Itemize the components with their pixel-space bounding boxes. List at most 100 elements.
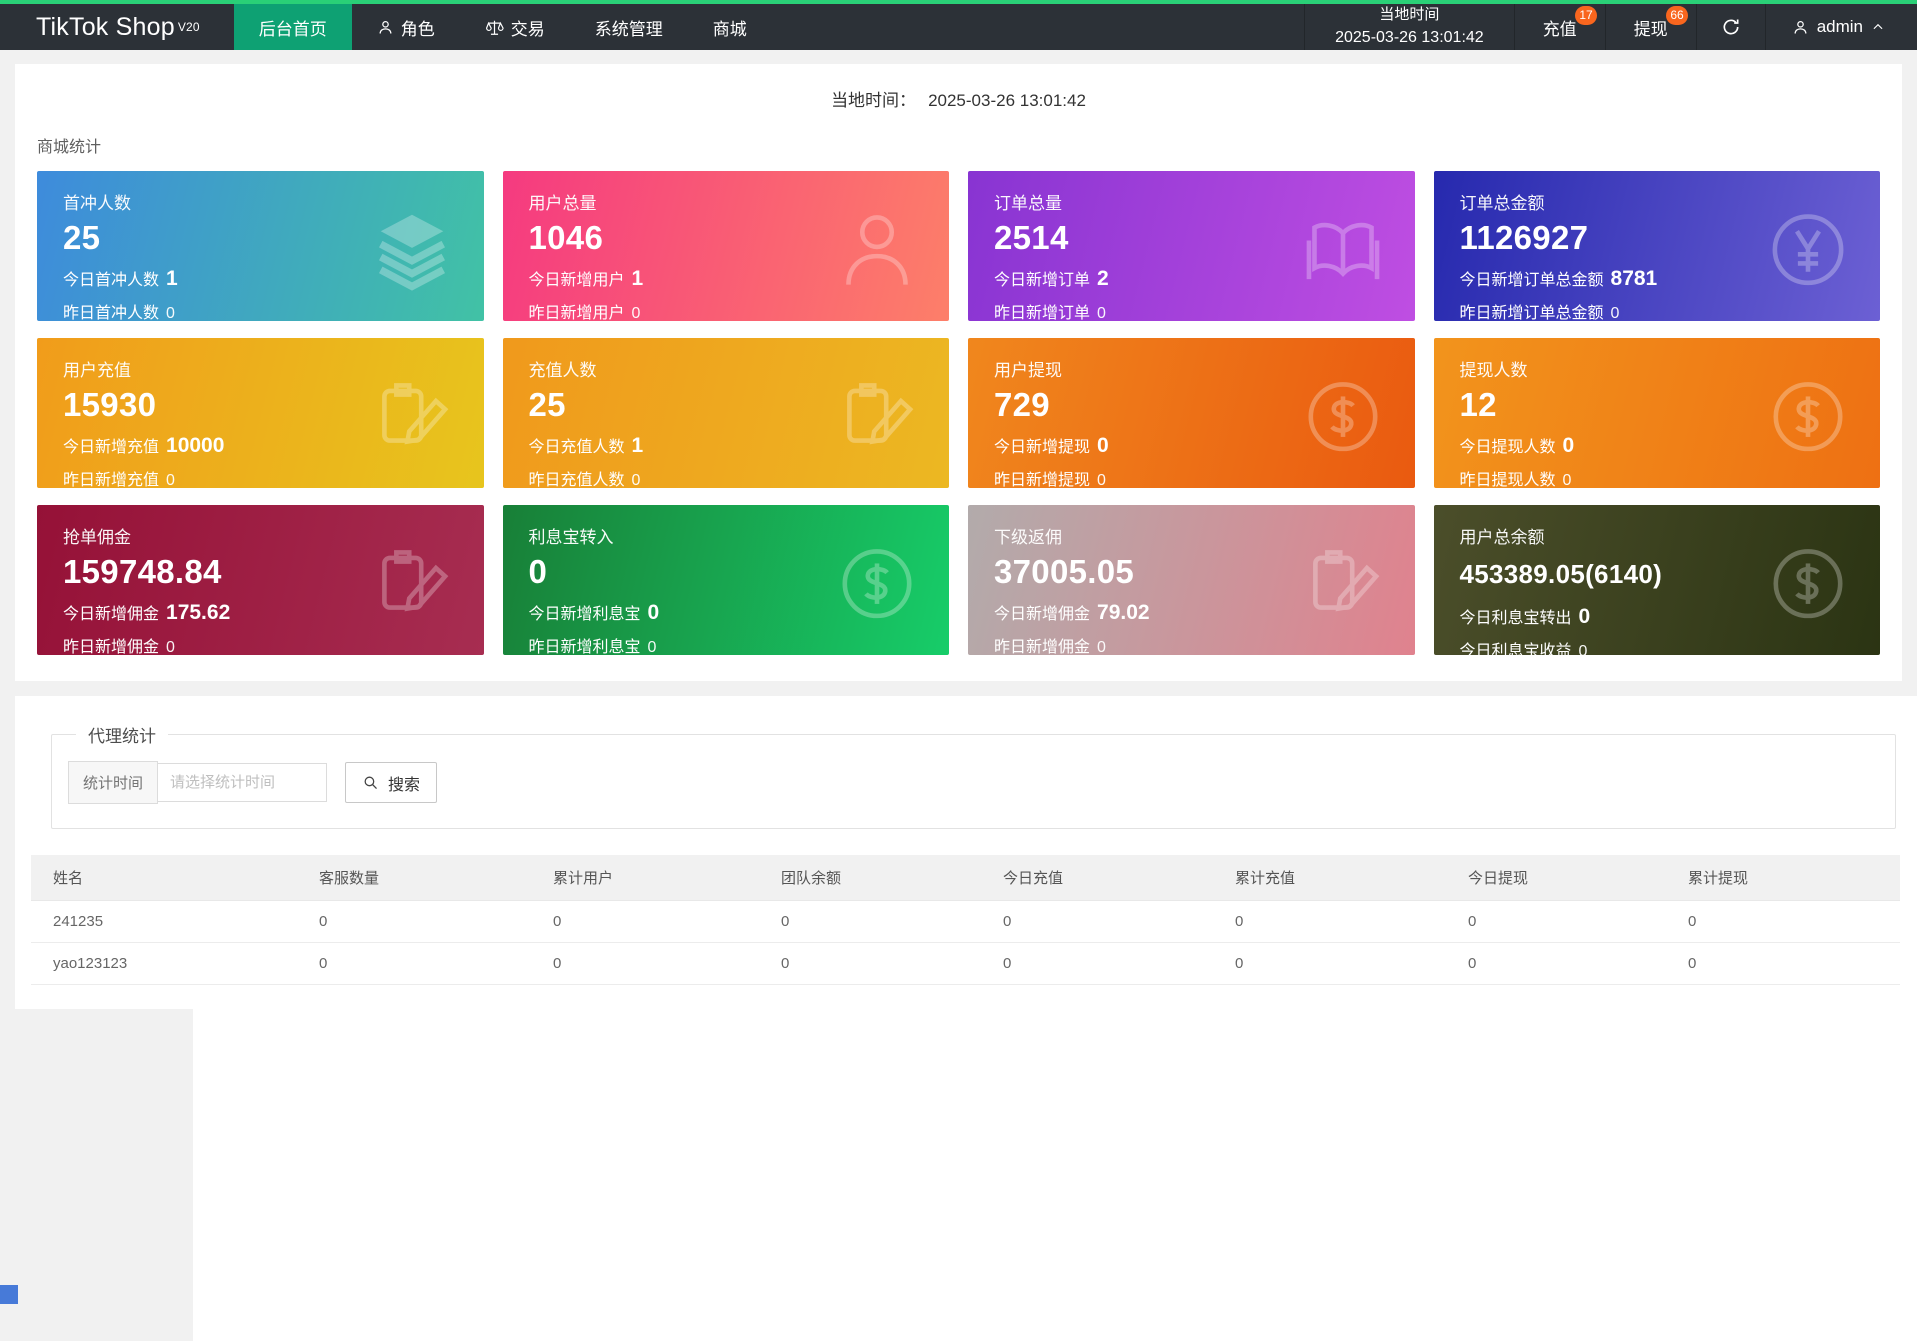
nav-right-group: 当地时间 2025-03-26 13:01:42 充值 17 提现 66 adm… bbox=[1304, 4, 1917, 50]
stat-card: 首冲人数25今日首冲人数1昨日首冲人数0 bbox=[37, 171, 484, 321]
stat-yesterday-value: 0 bbox=[1097, 639, 1106, 655]
clipboard-pen-icon bbox=[831, 371, 923, 463]
stat-today-label: 今日新增提现 bbox=[994, 439, 1090, 456]
search-button[interactable]: 搜索 bbox=[345, 762, 437, 803]
username: admin bbox=[1817, 17, 1863, 37]
stat-card-title: 用户总量 bbox=[529, 189, 830, 214]
chevron-up-icon bbox=[1871, 20, 1885, 34]
stat-yesterday-value: 0 bbox=[1579, 643, 1588, 655]
stat-card-value: 37005.05 bbox=[994, 553, 1295, 591]
table-cell: 0 bbox=[309, 901, 543, 943]
top-navbar: TikTok Shop V20 后台首页角色 交易系统管理商城 当地时间 2025… bbox=[0, 0, 1917, 50]
stat-card-today-line: 今日新增订单总金额8781 bbox=[1460, 266, 1761, 291]
dollar-circle-icon bbox=[1297, 371, 1389, 463]
stat-card-title: 抢单佣金 bbox=[63, 523, 364, 548]
table-cell: 0 bbox=[1678, 901, 1900, 943]
table-cell: 0 bbox=[1225, 901, 1458, 943]
brand-logo[interactable]: TikTok Shop V20 bbox=[0, 4, 234, 50]
stat-card-yesterday-line: 昨日充值人数 0 bbox=[529, 466, 830, 488]
stat-today-label: 今日新增充值 bbox=[63, 439, 159, 456]
stat-card-title: 提现人数 bbox=[1460, 356, 1761, 381]
clipboard-pen-icon bbox=[1297, 538, 1389, 630]
dollar-circle-icon bbox=[1762, 371, 1854, 463]
stat-card-today-line: 今日充值人数 1 bbox=[529, 433, 830, 458]
table-cell: 0 bbox=[309, 943, 543, 985]
local-time-block: 当地时间 2025-03-26 13:01:42 bbox=[1304, 4, 1514, 50]
stat-yesterday-label: 昨日首冲人数 bbox=[63, 305, 159, 321]
stat-card-today-line: 今日提现人数 0 bbox=[1460, 433, 1761, 458]
column-header: 累计充值 bbox=[1225, 855, 1458, 901]
table-cell: 0 bbox=[993, 901, 1225, 943]
stat-yesterday-label: 昨日新增订单总金额 bbox=[1460, 305, 1604, 321]
stat-yesterday-value: 0 bbox=[632, 472, 641, 488]
agent-statistics-panel: 代理统计 统计时间 搜索 姓名客服数量累计用户团队余额今日充值累计充值今日提现累… bbox=[15, 696, 1902, 1009]
withdraw-button[interactable]: 提现 66 bbox=[1605, 4, 1696, 50]
user-menu[interactable]: admin bbox=[1765, 4, 1917, 50]
agent-table: 姓名客服数量累计用户团队余额今日充值累计充值今日提现累计提现 241235000… bbox=[31, 855, 1900, 985]
stat-yesterday-value: 0 bbox=[1611, 305, 1620, 321]
stat-today-value: 79.02 bbox=[1097, 601, 1150, 624]
stat-yesterday-label: 昨日新增佣金 bbox=[63, 639, 159, 655]
stat-yesterday-value: 0 bbox=[166, 472, 175, 488]
table-cell: 0 bbox=[1225, 943, 1458, 985]
stat-yesterday-label: 昨日提现人数 bbox=[1460, 472, 1556, 488]
refresh-button[interactable] bbox=[1696, 4, 1765, 50]
stat-time-label: 统计时间 bbox=[68, 761, 158, 804]
stat-card-title: 订单总金额 bbox=[1460, 189, 1761, 214]
table-cell: 0 bbox=[543, 943, 771, 985]
local-time-line: 当地时间：2025-03-26 13:01:42 bbox=[37, 76, 1880, 133]
stat-card: 订单总量2514今日新增订单2昨日新增订单0 bbox=[968, 171, 1415, 321]
recharge-button[interactable]: 充值 17 bbox=[1514, 4, 1605, 50]
stat-today-label: 今日提现人数 bbox=[1460, 439, 1556, 456]
person-icon bbox=[377, 19, 394, 36]
column-header: 今日充值 bbox=[993, 855, 1225, 901]
nav-item-system[interactable]: 系统管理 bbox=[570, 4, 688, 50]
stat-card: 提现人数 12 今日提现人数 0 昨日提现人数 0 bbox=[1434, 338, 1881, 488]
search-button-label: 搜索 bbox=[388, 771, 420, 795]
stat-card-value: 25 bbox=[529, 386, 830, 424]
stat-today-label: 今日新增订单 bbox=[994, 272, 1090, 289]
stat-card-value: 1046 bbox=[529, 219, 830, 257]
stat-today-value: 0 bbox=[1563, 434, 1575, 457]
stat-yesterday-label: 昨日新增用户 bbox=[529, 305, 625, 321]
nav-item-label: 交易 bbox=[511, 15, 545, 40]
table-cell: yao123123 bbox=[31, 943, 309, 985]
stat-card-title: 下级返佣 bbox=[994, 523, 1295, 548]
mall-statistics-panel: 当地时间：2025-03-26 13:01:42 商城统计 首冲人数25今日首冲… bbox=[15, 64, 1902, 681]
brand-version: V20 bbox=[178, 20, 200, 34]
column-header: 累计提现 bbox=[1678, 855, 1900, 901]
stat-today-label: 今日充值人数 bbox=[529, 439, 625, 456]
stat-card-value: 2514 bbox=[994, 219, 1295, 257]
stat-yesterday-label: 昨日充值人数 bbox=[529, 472, 625, 488]
stat-card-today-line: 今日新增利息宝0 bbox=[529, 600, 830, 625]
stat-card-value: 12 bbox=[1460, 386, 1761, 424]
stat-today-value: 175.62 bbox=[166, 601, 230, 624]
stat-today-value: 1 bbox=[632, 434, 644, 457]
stat-today-value: 2 bbox=[1097, 267, 1109, 290]
clipboard-pen-icon bbox=[366, 371, 458, 463]
stat-card: 利息宝转入0今日新增利息宝0昨日新增利息宝0 bbox=[503, 505, 950, 655]
stat-yesterday-value: 0 bbox=[166, 639, 175, 655]
table-row: 2412350000000 bbox=[31, 901, 1900, 943]
stat-today-label: 今日新增订单总金额 bbox=[1460, 272, 1604, 289]
stat-card: 下级返佣37005.05今日新增佣金79.02昨日新增佣金0 bbox=[968, 505, 1415, 655]
stat-today-value: 0 bbox=[1579, 605, 1591, 628]
stat-today-value: 10000 bbox=[166, 434, 224, 457]
withdraw-badge: 66 bbox=[1666, 6, 1687, 25]
table-cell: 0 bbox=[1458, 901, 1678, 943]
stat-card-today-line: 今日首冲人数1 bbox=[63, 266, 364, 291]
nav-item-trade[interactable]: 交易 bbox=[460, 4, 570, 50]
stat-yesterday-label: 昨日新增提现 bbox=[994, 472, 1090, 488]
withdraw-label: 提现 bbox=[1634, 15, 1668, 40]
book-icon bbox=[1297, 204, 1389, 296]
clipboard-pen-icon bbox=[366, 538, 458, 630]
nav-menu: 后台首页角色 交易系统管理商城 bbox=[234, 4, 772, 50]
stat-card-value: 0 bbox=[529, 553, 830, 591]
stat-card-yesterday-line: 昨日首冲人数0 bbox=[63, 299, 364, 321]
nav-item-home[interactable]: 后台首页 bbox=[234, 4, 352, 50]
agent-section-title: 代理统计 bbox=[76, 722, 168, 747]
nav-item-roles[interactable]: 角色 bbox=[352, 4, 460, 50]
nav-item-mall[interactable]: 商城 bbox=[688, 4, 772, 50]
scales-icon bbox=[485, 18, 504, 37]
stat-time-input[interactable] bbox=[157, 763, 327, 802]
